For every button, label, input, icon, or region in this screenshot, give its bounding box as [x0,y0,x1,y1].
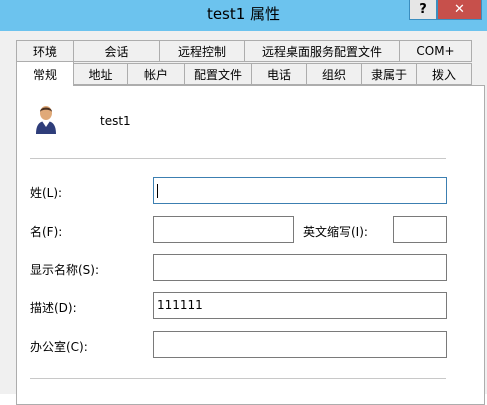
tab-address[interactable]: 地址 [73,63,128,85]
tab-member-of[interactable]: 隶属于 [361,63,417,85]
tab-com-plus[interactable]: COM+ [399,40,472,62]
description-field[interactable]: 111111 [153,292,447,319]
first-name-field[interactable] [153,216,294,243]
help-button[interactable]: ? [409,0,437,20]
separator-top [30,158,446,159]
last-name-field[interactable] [153,177,447,204]
tab-account[interactable]: 帐户 [127,63,185,85]
last-name-label: 姓(L): [30,186,63,200]
text-caret [157,183,158,198]
initials-label: 英文缩写(I): [303,225,368,239]
display-name-field[interactable] [153,254,447,281]
tab-general[interactable]: 常规 [16,61,74,86]
tab-environment[interactable]: 环境 [16,40,74,62]
description-label: 描述(D): [30,301,77,315]
user-avatar-icon [33,104,59,137]
office-field[interactable] [153,331,447,358]
tab-profile[interactable]: 配置文件 [184,63,252,85]
tab-remote-control[interactable]: 远程控制 [159,40,245,62]
tab-organization[interactable]: 组织 [306,63,362,85]
tab-sessions[interactable]: 会话 [73,40,160,62]
initials-field[interactable] [393,216,447,243]
office-label: 办公室(C): [30,340,88,354]
tab-rds-profile[interactable]: 远程桌面服务配置文件 [244,40,400,62]
display-name-label: 显示名称(S): [30,263,100,277]
tab-dial-in[interactable]: 拨入 [416,63,472,85]
first-name-label: 名(F): [30,225,63,239]
title-bar: test1 属性 ? ✕ [0,0,487,31]
user-name: test1 [100,114,131,128]
close-button[interactable]: ✕ [437,0,482,20]
tab-telephones[interactable]: 电话 [251,63,307,85]
separator-bottom [30,378,446,379]
